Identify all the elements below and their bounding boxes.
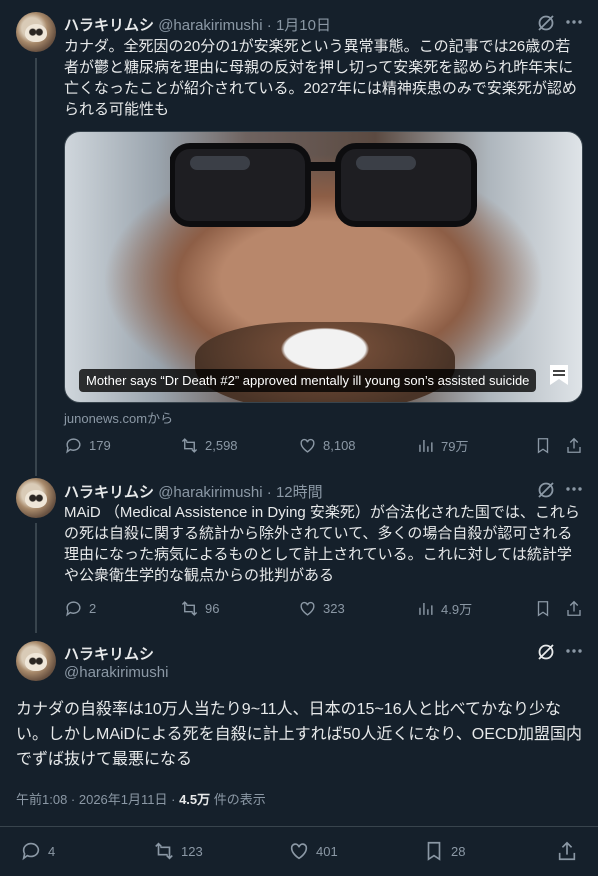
retweet-count: 123 [181,843,203,859]
bookmark-icon [427,841,441,861]
more-icon[interactable] [565,13,583,36]
share-icon [558,841,576,861]
avatar[interactable] [16,12,56,52]
like-button[interactable]: 323 [298,599,345,618]
views-count: 4.9万 [441,602,473,617]
reply-button[interactable]: 4 [20,840,55,862]
tweet-text: カナダ。全死因の20分の1が安楽死という異常事態。この記事では26歳の若者が鬱と… [64,38,577,118]
retweet-button[interactable]: 96 [180,599,219,618]
grok-icon[interactable] [536,642,556,667]
tweet-media[interactable]: Mother says “Dr Death #2” approved menta… [64,131,583,403]
share-button[interactable] [565,599,583,623]
main-views-label: 件の表示 [210,792,266,807]
handle[interactable]: @harakirimushi [158,484,262,501]
main-timestamp[interactable]: 午前1:08 · 2026年1月11日 · [16,792,179,807]
heart-icon [300,601,315,616]
main-display-name[interactable]: ハラキリムシ [64,643,154,664]
main-tweet-text: カナダの自殺率は10万人当たり9~11人、日本の15~16人と比べてかなり少ない… [16,701,583,768]
separator-dot: · [266,17,272,34]
views-icon [419,602,433,615]
retweet-icon [181,438,198,453]
like-button[interactable]: 401 [288,840,338,862]
avatar[interactable] [16,641,56,681]
share-button[interactable] [556,840,578,867]
share-button[interactable] [565,436,583,460]
bookmark-icon[interactable] [548,363,570,392]
retweet-button[interactable]: 123 [153,840,203,862]
reply-count: 2 [89,601,97,616]
bookmark-icon [537,438,549,454]
reply-icon [66,601,81,617]
bookmark-button[interactable] [534,436,552,460]
reply-button[interactable]: 2 [64,599,96,618]
reply-icon [22,842,40,861]
bookmark-button[interactable] [534,599,552,623]
divider [0,826,598,827]
main-handle[interactable]: @harakirimushi [64,664,168,681]
handle[interactable]: @harakirimushi [158,17,262,34]
tweet-header: ハラキリムシ @harakirimushi · 12時間 [64,481,323,502]
more-icon[interactable] [565,480,583,503]
main-tweet-meta: 午前1:08 · 2026年1月11日 · 4.5万 件の表示 [16,789,266,808]
thread-line [35,523,37,633]
timestamp[interactable]: 12時間 [276,484,323,501]
tweet-text: MAiD （Medical Assistence in Dying 安楽死）が合… [64,504,580,584]
bookmark-count: 28 [451,843,466,859]
display-name[interactable]: ハラキリムシ [64,17,154,34]
reply-count: 179 [89,438,111,453]
views-count: 79万 [441,439,469,454]
retweet-icon [181,601,198,616]
reply-button[interactable]: 179 [64,436,111,455]
grok-icon[interactable] [536,13,556,38]
avatar[interactable] [16,478,56,518]
retweet-button[interactable]: 2,598 [180,436,238,455]
like-count: 8,108 [323,438,356,453]
views-icon [419,439,433,452]
views-button[interactable]: 4.9万 [416,599,472,618]
reply-icon [66,438,81,454]
display-name[interactable]: ハラキリムシ [64,484,154,501]
tweet-header: ハラキリムシ @harakirimushi · 1月10日 [64,14,331,35]
like-button[interactable]: 8,108 [298,436,356,455]
heart-icon [290,843,308,860]
reply-count: 4 [48,843,56,859]
main-views-count: 4.5万 [179,792,211,807]
retweet-count: 2,598 [205,438,238,453]
like-count: 323 [323,601,345,616]
media-caption[interactable]: Mother says “Dr Death #2” approved menta… [79,369,537,392]
share-icon [567,600,581,616]
views-button[interactable]: 79万 [416,436,468,455]
timestamp[interactable]: 1月10日 [276,17,331,34]
like-count: 401 [316,843,338,859]
more-icon[interactable] [565,642,583,665]
retweet-count: 96 [205,601,220,616]
bookmark-button[interactable]: 28 [423,840,465,862]
thread-line [35,58,37,476]
retweet-icon [155,842,173,860]
glasses-illustration [170,143,477,227]
link-source[interactable]: junonews.comから [64,408,173,427]
share-icon [567,437,581,453]
bookmark-icon [537,601,549,617]
separator-dot: · [266,484,272,501]
heart-icon [300,438,315,453]
